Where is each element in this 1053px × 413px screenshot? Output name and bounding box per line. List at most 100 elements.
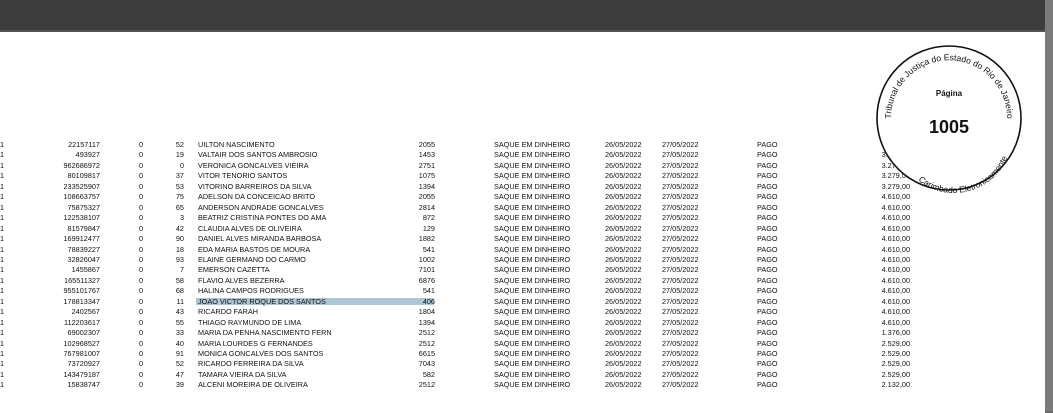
code-cell: 1002 xyxy=(418,254,435,264)
beneficiary-name-cell: MARIA LOURDES G FERNANDES xyxy=(198,338,313,348)
value-cell: 2.132,00 xyxy=(881,380,910,390)
beneficiary-id-cell: 169912477 xyxy=(63,234,100,244)
digit-cell: 91 xyxy=(175,349,184,358)
status-cell: PAGO xyxy=(757,181,778,191)
code-cell: 2055 xyxy=(418,192,435,202)
table-row: 1 102968527 0 40 MARIA LOURDES G FERNANDES 25… xyxy=(0,339,1000,349)
beneficiary-name-cell: RICARDO FERREIRA DA SILVA xyxy=(198,359,304,369)
status-cell: PAGO xyxy=(757,244,778,254)
beneficiary-name-cell: THIAGO RAYMUNDO DE LIMA xyxy=(198,317,302,327)
table-row: 1 81579847 0 42 CLAUDIA ALVES DE OLIVEIRA 129… xyxy=(0,224,1000,234)
digit-cell: 75 xyxy=(175,192,184,202)
zero-cell: 0 xyxy=(139,202,144,212)
beneficiary-name-cell: VITOR TENORIO SANTOS xyxy=(198,171,288,181)
beneficiary-name-cell: TAMARA VIEIRA DA SILVA xyxy=(198,369,287,379)
transaction-type-cell: SAQUE EM DINHEIRO xyxy=(494,349,571,358)
date-2-cell: 27/05/2022 xyxy=(662,192,699,202)
code-cell: 7101 xyxy=(418,265,435,275)
zero-cell: 0 xyxy=(139,369,144,379)
value-cell: 4.610,00 xyxy=(881,192,910,202)
date-1-cell: 26/05/2022 xyxy=(605,223,642,233)
transaction-type-cell: SAQUE EM DINHEIRO xyxy=(494,202,571,212)
value-cell: 4.610,00 xyxy=(881,234,910,244)
status-cell: PAGO xyxy=(757,328,778,338)
code-cell: 7043 xyxy=(418,359,435,369)
beneficiary-name-cell: UILTON NASCIMENTO xyxy=(198,140,275,149)
status-cell: PAGO xyxy=(757,192,778,202)
date-2-cell: 27/05/2022 xyxy=(662,171,699,181)
zero-cell: 0 xyxy=(139,192,144,202)
digit-cell: 93 xyxy=(175,254,184,264)
status-cell: PAGO xyxy=(757,265,778,275)
value-cell: 1.376,00 xyxy=(881,328,910,338)
digit-cell: 55 xyxy=(175,317,184,327)
date-2-cell: 27/05/2022 xyxy=(662,244,699,254)
status-cell: PAGO xyxy=(757,140,778,149)
beneficiary-id-cell: 178813347 xyxy=(63,296,100,306)
status-cell: PAGO xyxy=(757,369,778,379)
digit-cell: 3 xyxy=(179,213,184,223)
beneficiary-name-cell: VITORINO BARREIROS DA SILVA xyxy=(198,181,312,191)
table-row: 1 22157117 0 52 UILTON NASCIMENTO 2055 SAQUE E… xyxy=(0,140,1000,150)
digit-cell: 47 xyxy=(175,369,184,379)
beneficiary-id-cell: 962686972 xyxy=(63,160,100,170)
zero-cell: 0 xyxy=(139,244,144,254)
date-1-cell: 26/05/2022 xyxy=(605,140,642,149)
status-cell: PAGO xyxy=(757,234,778,244)
table-row: 1 955101767 0 68 HALINA CAMPOS RODRIGUES 541 S… xyxy=(0,286,1000,296)
status-cell: PAGO xyxy=(757,213,778,223)
digit-cell: 68 xyxy=(175,286,184,296)
table-row: 1 493927 0 19 VALTAIR DOS SANTOS AMBROSIO 145… xyxy=(0,150,1000,160)
value-cell: 4.610,00 xyxy=(881,275,910,285)
transaction-type-cell: SAQUE EM DINHEIRO xyxy=(494,286,571,296)
beneficiary-id-cell: 75875327 xyxy=(67,202,100,212)
beneficiary-name-cell: ANDERSON ANDRADE GONCALVES xyxy=(198,202,324,212)
date-2-cell: 27/05/2022 xyxy=(662,202,699,212)
beneficiary-id-cell: 81579847 xyxy=(67,223,100,233)
value-cell: 2.529,00 xyxy=(881,359,910,369)
date-2-cell: 27/05/2022 xyxy=(662,160,699,170)
value-cell: 2.529,00 xyxy=(881,349,910,358)
date-2-cell: 27/05/2022 xyxy=(662,307,699,317)
date-1-cell: 26/05/2022 xyxy=(605,380,642,390)
viewer-scrollbar-track[interactable] xyxy=(1045,0,1053,411)
zero-cell: 0 xyxy=(139,349,144,358)
status-cell: PAGO xyxy=(757,359,778,369)
table-row: 1 1455867 0 7 EMERSON CAZETTA 7101 SAQUE EM DI… xyxy=(0,265,1000,275)
value-cell: 2.529,00 xyxy=(881,338,910,348)
table-row: 1 32826047 0 93 ELAINE GERMANO DO CARMO 1002 S… xyxy=(0,255,1000,265)
digit-cell: 90 xyxy=(175,234,184,244)
status-cell: PAGO xyxy=(757,160,778,170)
status-cell: PAGO xyxy=(757,223,778,233)
date-2-cell: 27/05/2022 xyxy=(662,150,699,160)
zero-cell: 0 xyxy=(139,359,144,369)
value-cell: 4.610,00 xyxy=(881,317,910,327)
transaction-type-cell: SAQUE EM DINHEIRO xyxy=(494,275,571,285)
code-cell: 2055 xyxy=(418,140,435,149)
date-2-cell: 27/05/2022 xyxy=(662,369,699,379)
date-2-cell: 27/05/2022 xyxy=(662,359,699,369)
transaction-type-cell: SAQUE EM DINHEIRO xyxy=(494,150,571,160)
status-cell: PAGO xyxy=(757,380,778,390)
digit-cell: 0 xyxy=(179,160,184,170)
digit-cell: 53 xyxy=(175,181,184,191)
beneficiary-name-cell: VERONICA GONCALVES VIEIRA xyxy=(198,160,309,170)
beneficiary-name-cell: EMERSON CAZETTA xyxy=(198,265,270,275)
date-2-cell: 27/05/2022 xyxy=(662,328,699,338)
table-row: 1 78839227 0 18 EDA MARIA BASTOS DE MOURA 541… xyxy=(0,245,1000,255)
transaction-type-cell: SAQUE EM DINHEIRO xyxy=(494,296,571,306)
code-cell: 1882 xyxy=(418,234,435,244)
date-2-cell: 27/05/2022 xyxy=(662,140,699,149)
beneficiary-name-cell: ELAINE GERMANO DO CARMO xyxy=(198,254,306,264)
transaction-type-cell: SAQUE EM DINHEIRO xyxy=(494,160,571,170)
date-2-cell: 27/05/2022 xyxy=(662,286,699,296)
zero-cell: 0 xyxy=(139,140,144,149)
transaction-type-cell: SAQUE EM DINHEIRO xyxy=(494,380,571,390)
digit-cell: 42 xyxy=(175,223,184,233)
transaction-type-cell: SAQUE EM DINHEIRO xyxy=(494,254,571,264)
date-1-cell: 26/05/2022 xyxy=(605,369,642,379)
status-cell: PAGO xyxy=(757,254,778,264)
table-row: 1 767981007 0 91 MONICA GONCALVES DOS SANTOS… xyxy=(0,349,1000,359)
table-row: 1 165511327 0 58 FLAVIO ALVES BEZERRA 6876 SAQ… xyxy=(0,276,1000,286)
beneficiary-name-cell: EDA MARIA BASTOS DE MOURA xyxy=(198,244,311,254)
